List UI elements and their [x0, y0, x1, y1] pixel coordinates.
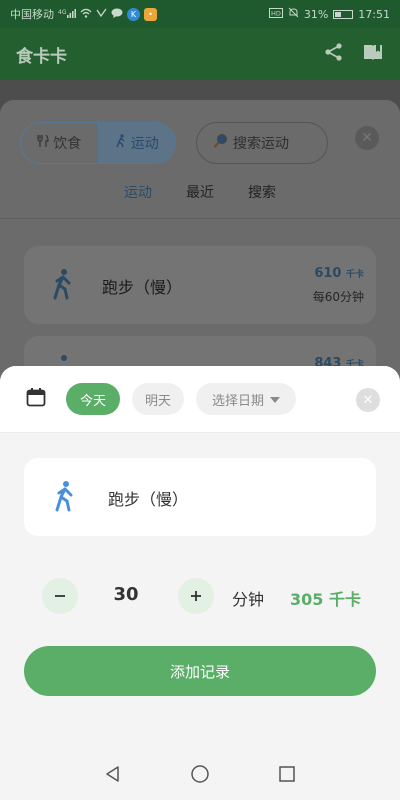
system-nav-bar — [0, 752, 400, 800]
list-item[interactable]: 跑步（慢） 610 千卡 每60分钟 — [24, 246, 376, 324]
food-tab-label: 饮食 — [53, 136, 82, 152]
date-chip-today[interactable]: 今天 — [66, 383, 120, 415]
runner-icon — [50, 268, 74, 304]
signal-icon: 4G — [58, 8, 76, 21]
date-picker-dropdown[interactable]: 选择日期 — [196, 383, 296, 415]
increase-button[interactable] — [178, 578, 214, 614]
food-tab[interactable]: 饮食 — [21, 123, 98, 163]
minus-icon — [55, 595, 65, 597]
chevron-down-icon — [270, 392, 280, 407]
back-icon[interactable] — [104, 765, 122, 787]
notification-icon — [96, 8, 107, 21]
exercise-search-button[interactable]: 搜索运动 — [196, 122, 328, 164]
tab-search[interactable]: 搜索 — [248, 182, 276, 202]
selected-exercise-card: 跑步（慢） — [24, 458, 376, 536]
calories-output: 305 千卡 — [290, 590, 361, 609]
add-record-button[interactable]: 添加记录 — [24, 646, 376, 696]
runner-icon — [115, 134, 127, 152]
hd-icon: HD — [268, 7, 283, 21]
tab-exercise[interactable]: 运动 — [124, 182, 152, 202]
divider — [0, 432, 400, 433]
duration-value[interactable]: 30 — [100, 584, 152, 605]
exercise-tabs: 运动 最近 搜索 — [0, 182, 400, 202]
recents-icon[interactable] — [278, 765, 296, 787]
mute-icon — [288, 7, 299, 21]
exercise-duration: 每60分钟 — [312, 290, 364, 304]
plus-icon — [191, 591, 201, 601]
battery-percent: 31% — [303, 7, 329, 21]
date-chip-tomorrow[interactable]: 明天 — [132, 383, 184, 415]
book-icon[interactable] — [362, 42, 384, 66]
app-title: 食卡卡 — [16, 46, 67, 67]
tab-recent[interactable]: 最近 — [186, 182, 214, 202]
decrease-button[interactable] — [42, 578, 78, 614]
svg-text:HD: HD — [271, 9, 281, 17]
app-bar: 食卡卡 — [0, 28, 400, 80]
runner-icon — [52, 480, 76, 516]
exercise-kcal: 610 千卡 — [314, 266, 364, 281]
battery-icon — [333, 9, 354, 19]
share-icon[interactable] — [324, 42, 344, 66]
food-exercise-toggle[interactable]: 饮食 运动 — [20, 122, 176, 164]
divider — [0, 218, 400, 219]
calendar-icon — [26, 387, 46, 411]
message-icon — [111, 8, 123, 21]
exercise-name: 跑步（慢） — [102, 278, 183, 297]
date-picker-label: 选择日期 — [211, 393, 264, 409]
duration-unit: 分钟 — [232, 590, 265, 609]
close-icon[interactable]: ✕ — [356, 388, 380, 412]
close-icon[interactable]: ✕ — [355, 126, 379, 150]
status-bar: 中国移动 4G K • HD 31% 17:51 — [0, 0, 400, 28]
exercise-tab-label: 运动 — [130, 136, 159, 152]
clock: 17:51 — [358, 7, 390, 21]
date-selector: 今天 明天 选择日期 — [0, 366, 400, 432]
home-icon[interactable] — [190, 764, 210, 788]
duration-stepper: 30 分钟 305 千卡 — [0, 578, 400, 614]
selected-exercise-name: 跑步（慢） — [108, 490, 189, 509]
exercise-tab[interactable]: 运动 — [97, 123, 175, 163]
carrier-label: 中国移动 — [10, 8, 54, 21]
search-icon — [213, 133, 229, 153]
app-notification-icon: K — [127, 7, 140, 21]
app-notification-icon-2: • — [144, 7, 157, 21]
wifi-icon — [80, 8, 92, 21]
search-placeholder: 搜索运动 — [233, 136, 289, 152]
add-exercise-sheet: 今天 明天 选择日期 ✕ 跑步（慢） 30 分钟 305 千卡 添加记录 — [0, 366, 400, 752]
utensils-icon — [37, 134, 49, 152]
network-type-label: 4G — [58, 9, 67, 16]
